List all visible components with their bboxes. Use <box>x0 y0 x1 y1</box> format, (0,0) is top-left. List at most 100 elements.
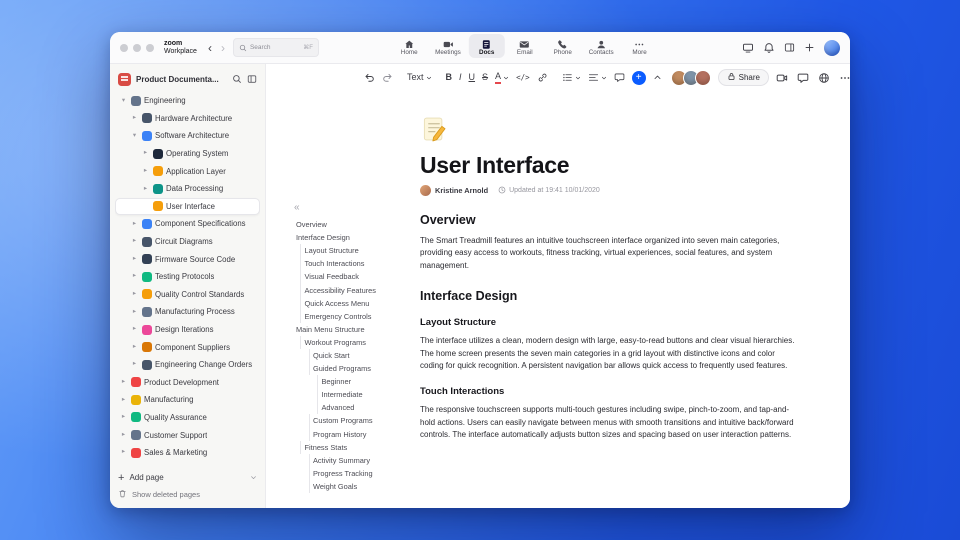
outline-item-guided-programs[interactable]: Guided Programs <box>296 362 414 376</box>
sidebar-item-software-architecture[interactable]: ▾ Software Architecture <box>115 127 260 145</box>
screen-share-icon[interactable] <box>742 42 754 54</box>
back-button[interactable]: ‹ <box>208 42 212 54</box>
search-input[interactable]: Search ⌘F <box>232 38 319 57</box>
sidebar-item-operating-system[interactable]: ▸ Operating System <box>115 145 260 163</box>
outline-item-custom-programs[interactable]: Custom Programs <box>296 414 414 428</box>
chevron-right-icon[interactable]: ▸ <box>141 167 150 175</box>
tab-meetings[interactable]: Meetings <box>429 34 467 58</box>
code-icon[interactable]: </> <box>516 74 530 82</box>
doc-editor[interactable]: User Interface Kristine Arnold Updated a… <box>418 91 820 508</box>
sidebar-item-customer-support[interactable]: ▸ Customer Support <box>115 426 260 444</box>
chevron-right-icon[interactable]: ▸ <box>130 361 139 368</box>
chevron-right-icon[interactable]: ▸ <box>119 414 128 421</box>
sidebar-search-icon[interactable] <box>232 74 242 84</box>
insert-plus-button[interactable]: + <box>631 70 646 85</box>
outline-item-layout-structure[interactable]: Layout Structure <box>296 244 414 258</box>
outline-item-advanced[interactable]: Advanced <box>296 401 414 415</box>
outline-item-emergency-controls[interactable]: Emergency Controls <box>296 309 414 323</box>
sidebar-item-product-development[interactable]: ▸ Product Development <box>115 374 260 392</box>
chevron-right-icon[interactable]: ▸ <box>130 308 139 316</box>
tab-docs[interactable]: Docs <box>468 34 505 58</box>
chevron-right-icon[interactable]: ▸ <box>130 238 139 245</box>
tab-email[interactable]: Email <box>507 34 543 58</box>
doc-title[interactable]: User Interface <box>420 152 800 179</box>
text-style-dropdown[interactable]: Text <box>407 73 432 82</box>
tab-more[interactable]: More <box>622 34 658 58</box>
doc-paragraph[interactable]: The responsive touchscreen supports mult… <box>420 404 800 441</box>
tab-phone[interactable]: Phone <box>545 34 581 58</box>
outline-item-accessibility-features[interactable]: Accessibility Features <box>296 283 414 297</box>
notifications-bell-icon[interactable] <box>763 42 775 54</box>
chevron-right-icon[interactable]: ▸ <box>119 379 128 386</box>
bold-icon[interactable]: B <box>446 73 453 82</box>
close-button[interactable] <box>120 43 128 52</box>
strikethrough-icon[interactable]: S <box>482 73 488 82</box>
outline-item-visual-feedback[interactable]: Visual Feedback <box>296 270 414 284</box>
forward-button[interactable]: › <box>221 42 225 54</box>
outline-item-weight-goals[interactable]: Weight Goals <box>296 479 414 493</box>
chevron-right-icon[interactable]: ▸ <box>130 326 139 333</box>
doc-paragraph[interactable]: The Smart Treadmill features an intuitiv… <box>420 235 800 272</box>
tab-contacts[interactable]: Contacts <box>583 34 620 58</box>
new-plus-icon[interactable] <box>804 42 815 53</box>
outline-item-beginner[interactable]: Beginner <box>296 375 414 389</box>
outline-item-fitness-stats[interactable]: Fitness Stats <box>296 440 414 454</box>
align-icon[interactable] <box>588 72 607 83</box>
sidebar-item-hardware-architecture[interactable]: ▸ Hardware Architecture <box>115 110 260 128</box>
chevron-right-icon[interactable]: ▸ <box>141 185 150 193</box>
outline-item-main-menu-structure[interactable]: Main Menu Structure <box>296 323 414 336</box>
chevron-right-icon[interactable]: ▸ <box>119 431 128 439</box>
redo-icon[interactable] <box>382 72 393 83</box>
chevron-right-icon[interactable]: ▸ <box>119 396 128 404</box>
chevron-right-icon[interactable]: ▸ <box>130 291 139 298</box>
outline-item-interface-design[interactable]: Interface Design <box>296 231 414 244</box>
doc-paragraph[interactable]: The interface utilizes a clean, modern d… <box>420 335 800 372</box>
outline-item-quick-start[interactable]: Quick Start <box>296 348 414 363</box>
panel-toggle-icon[interactable] <box>784 42 795 53</box>
minimize-button[interactable] <box>133 43 141 52</box>
globe-icon[interactable] <box>818 72 830 84</box>
sidebar-item-design-iterations[interactable]: ▸ Design Iterations <box>115 321 260 339</box>
chevron-right-icon[interactable]: ▸ <box>130 115 139 122</box>
chevron-right-icon[interactable]: ▸ <box>130 220 139 228</box>
more-options-icon[interactable] <box>839 72 850 84</box>
sidebar-item-sales-marketing[interactable]: ▸ Sales & Marketing <box>115 444 260 462</box>
sidebar-item-manufacturing-process[interactable]: ▸ Manufacturing Process <box>115 303 260 321</box>
outline-item-program-history[interactable]: Program History <box>296 427 414 441</box>
sidebar-item-data-processing[interactable]: ▸ Data Processing <box>115 180 260 198</box>
outline-item-progress-tracking[interactable]: Progress Tracking <box>296 466 414 480</box>
maximize-button[interactable] <box>146 43 154 52</box>
sidebar-item-manufacturing[interactable]: ▸ Manufacturing <box>115 391 260 409</box>
collaborator-avatar[interactable] <box>694 69 711 86</box>
sidebar-item-application-layer[interactable]: ▸ Application Layer <box>115 162 260 180</box>
collapse-toolbar-icon[interactable] <box>653 73 662 82</box>
show-deleted-pages-button[interactable]: Show deleted pages <box>118 489 257 500</box>
link-icon[interactable] <box>537 72 548 83</box>
undo-icon[interactable] <box>364 72 375 83</box>
doc-heading-interface-design[interactable]: Interface Design <box>420 289 800 303</box>
collection-title[interactable]: Product Documenta... <box>136 75 227 84</box>
sidebar-item-quality-control-standards[interactable]: ▸ Quality Control Standards <box>115 286 260 304</box>
collapse-outline-icon[interactable]: « <box>294 203 414 213</box>
outline-item-touch-interactions[interactable]: Touch Interactions <box>296 257 414 271</box>
chevron-down-icon[interactable] <box>250 474 257 481</box>
doc-heading-touch-interactions[interactable]: Touch Interactions <box>420 386 800 397</box>
sidebar-item-engineering-change-orders[interactable]: ▸ Engineering Change Orders <box>115 356 260 374</box>
doc-heading-overview[interactable]: Overview <box>420 213 800 227</box>
share-button[interactable]: Share <box>717 69 769 86</box>
sidebar-collapse-icon[interactable] <box>247 74 257 84</box>
chevron-right-icon[interactable]: ▸ <box>130 343 139 351</box>
sidebar-item-component-specifications[interactable]: ▸ Component Specifications <box>115 215 260 233</box>
font-color-icon[interactable]: A <box>495 71 509 84</box>
chevron-right-icon[interactable]: ▸ <box>130 273 139 280</box>
sidebar-item-firmware-source-code[interactable]: ▸ Firmware Source Code <box>115 250 260 268</box>
sidebar-item-engineering[interactable]: ▾ Engineering <box>115 92 260 110</box>
doc-heading-layout-structure[interactable]: Layout Structure <box>420 317 800 328</box>
bullet-list-icon[interactable] <box>562 72 581 83</box>
outline-item-intermediate[interactable]: Intermediate <box>296 388 414 402</box>
sidebar-item-user-interface[interactable]: User Interface <box>115 197 260 216</box>
chevron-right-icon[interactable]: ▸ <box>141 150 150 157</box>
chevron-down-icon[interactable]: ▾ <box>130 132 139 140</box>
outline-item-quick-access-menu[interactable]: Quick Access Menu <box>296 296 414 310</box>
underline-icon[interactable]: U <box>469 73 476 82</box>
